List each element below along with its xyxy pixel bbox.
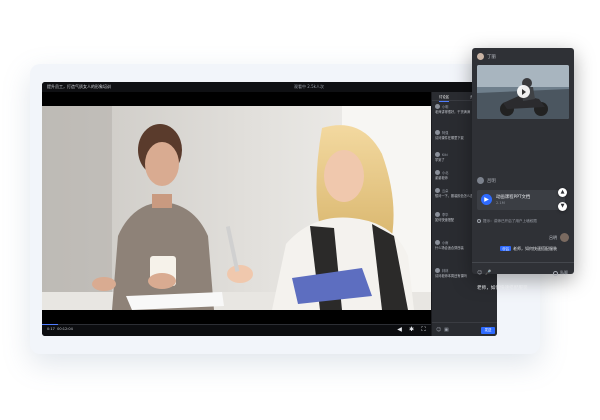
popup-user-name: 丁丽: [487, 54, 496, 60]
video-frame: [42, 106, 431, 310]
avatar: [435, 240, 440, 245]
chat-author: 林林: [442, 269, 449, 273]
chevron-up-icon[interactable]: ▲: [558, 188, 567, 197]
chat-author: 小明: [442, 105, 449, 109]
chat-author: 小雨: [442, 241, 449, 245]
system-notice: 提示：讲师已开启了用户上墙权限: [477, 219, 537, 224]
chat-input-row[interactable]: ☺ ▣ 发送: [432, 322, 497, 336]
avatar: [477, 177, 484, 184]
private-label: 私聊: [560, 270, 568, 275]
avatar: [435, 130, 440, 135]
volume-icon[interactable]: ◀: [396, 326, 403, 333]
self-message: @吕 老师，如何快速搭配服装: [500, 246, 557, 252]
chat-author: 小北: [442, 171, 449, 175]
avatar: [435, 170, 440, 175]
chat-author: 阿强: [442, 131, 449, 135]
progress-fill: [42, 324, 58, 325]
avatar: [477, 53, 484, 60]
viewer-count: 观看中 2.5k人次: [294, 84, 324, 89]
notice-text: 提示：讲师已开启了用户上墙权限: [483, 219, 537, 223]
tab-discussion[interactable]: 讨论区: [439, 94, 450, 102]
total-time: 00:12:04: [57, 327, 73, 331]
current-time: 0:17: [47, 327, 55, 331]
private-chat-toggle[interactable]: 私聊: [553, 270, 568, 276]
sender-name: 吕明: [487, 178, 496, 184]
popup-header: 丁丽: [477, 53, 496, 61]
fullscreen-icon[interactable]: ⛶: [420, 326, 427, 333]
emoji-icon[interactable]: ☺: [436, 327, 441, 333]
video-area[interactable]: [42, 92, 431, 324]
avatar: [435, 104, 440, 109]
microphone-icon[interactable]: 🎤: [485, 270, 491, 276]
image-icon[interactable]: ▣: [444, 327, 449, 333]
document-card[interactable]: ▶ 动画课程PPT文档 2.1M: [477, 190, 565, 210]
avatar: [435, 152, 440, 157]
chevron-down-icon[interactable]: ▼: [558, 202, 567, 211]
course-title: 提升员工，打造气质女人的形象培训: [47, 84, 111, 89]
video-message-thumbnail[interactable]: [477, 65, 569, 119]
chat-author: 李华: [442, 213, 449, 217]
avatar: [560, 233, 569, 242]
mention-tag: @吕: [500, 246, 511, 251]
input-tools: ☺ 🎤: [477, 270, 492, 276]
radio-icon[interactable]: [553, 270, 558, 276]
play-icon[interactable]: [517, 85, 530, 98]
chat-author: 云朵: [442, 189, 449, 193]
self-message-text: 老师，如何快速搭配服装: [513, 246, 557, 251]
mobile-chat-popup: 丁丽 吕明 ▶ 动画课程PPT文档 2.1M 提示：讲师已开启了用户上墙权限 吕…: [472, 48, 574, 291]
sender-row: 吕明: [477, 177, 496, 184]
document-size: 2.1M: [496, 201, 505, 205]
document-icon: ▶: [481, 194, 492, 205]
send-button[interactable]: 发送: [481, 327, 495, 334]
divider: [472, 262, 574, 263]
settings-icon[interactable]: ✱: [408, 326, 415, 333]
player-controls: 0:17 00:12:04 ◀ ✱ ⛶: [42, 324, 431, 336]
info-icon: [477, 219, 481, 223]
progress-bar[interactable]: [42, 324, 431, 325]
document-title: 动画课程PPT文档: [496, 195, 531, 200]
live-class-window: 提升员工，打造气质女人的形象培训 观看中 2.5k人次 •••: [42, 82, 497, 336]
avatar: [435, 188, 440, 193]
chat-author: Kiki: [442, 152, 448, 157]
avatar: [435, 212, 440, 217]
avatar: [435, 268, 440, 273]
emoji-icon[interactable]: ☺: [477, 270, 482, 276]
title-bar: 提升员工，打造气质女人的形象培训 观看中 2.5k人次 •••: [42, 82, 497, 92]
self-name: 吕明: [549, 235, 557, 240]
message-input[interactable]: 老师，如何快速搭配服装: [477, 285, 528, 291]
